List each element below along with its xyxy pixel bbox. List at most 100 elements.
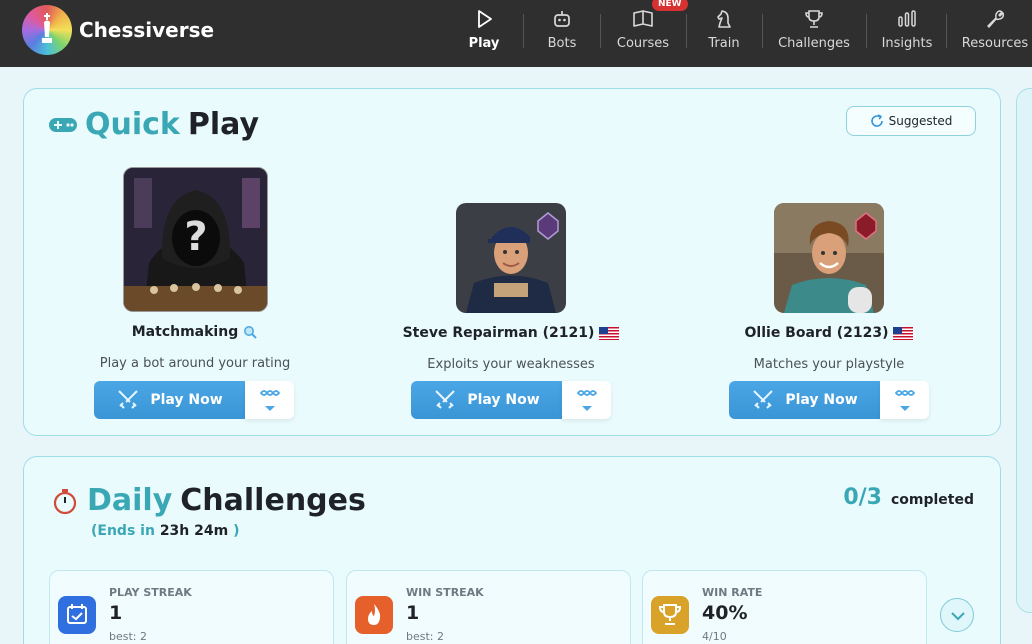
nav-courses[interactable]: Courses (611, 8, 675, 58)
completed-count: 0/3 (843, 485, 882, 510)
infinity-time-icon (894, 390, 916, 411)
calendar-check-icon (58, 596, 96, 634)
ends-in-label: (Ends in (91, 523, 155, 539)
play-now-button[interactable]: Play Now (729, 381, 880, 419)
play-now-button[interactable]: Play Now (94, 381, 245, 419)
nav-train[interactable]: Train (702, 8, 746, 58)
nav-train-label: Train (708, 36, 740, 51)
nav-challenges[interactable]: Challenges (772, 8, 856, 58)
knight-icon (717, 10, 731, 28)
completed-label: completed (890, 492, 974, 508)
play-group-ollie-board: Play Now (729, 381, 929, 419)
bot-name-text: Steve Repairman (2121) (402, 325, 595, 341)
quick-play-title-rest: Play (187, 107, 260, 142)
bot-name-matchmaking: Matchmaking (75, 324, 315, 340)
stat-best: best: 2 (406, 630, 444, 643)
nav-divider (686, 14, 687, 48)
quick-play-title: Quick Play (48, 107, 259, 142)
suggested-label: Suggested (888, 114, 953, 128)
daily-challenges-title: Daily Challenges (50, 483, 366, 518)
chevron-down-icon (951, 612, 965, 621)
wrench-icon (987, 10, 1005, 28)
infinity-time-icon (576, 390, 598, 411)
bot-name-text: Ollie Board (2123) (744, 325, 889, 341)
game-mode-dropdown[interactable] (880, 381, 929, 419)
play-now-label: Play Now (467, 392, 540, 408)
play-now-button[interactable]: Play Now (411, 381, 562, 419)
stat-value: 1 (109, 602, 123, 624)
ollie-board-avatar[interactable] (774, 203, 884, 313)
ends-in-close: ) (233, 523, 240, 539)
play-now-label: Play Now (150, 392, 223, 408)
magnifier-icon (244, 325, 257, 339)
game-mode-dropdown[interactable] (245, 381, 294, 419)
flame-icon (355, 596, 393, 634)
challenges-completed: 0/3 completed (843, 485, 974, 510)
crossed-swords-icon (118, 390, 139, 409)
nav-resources-label: Resources (961, 36, 1029, 51)
bot-description: Matches your playstyle (753, 357, 905, 372)
top-navigation-bar: Chessiverse Play Bots Courses NEW Train … (0, 0, 1032, 67)
ends-in-time: 23h 24m (159, 523, 229, 539)
play-now-label: Play Now (785, 392, 858, 408)
nav-resources[interactable]: Resources (958, 8, 1032, 58)
nav-play[interactable]: Play (462, 8, 506, 58)
stat-win-rate: WIN RATE 40% 4/10 (642, 570, 927, 644)
side-panel-edge (1016, 88, 1032, 613)
daily-challenges-title-accent: Daily (87, 483, 173, 518)
trophy-icon (805, 10, 823, 28)
nav-challenges-label: Challenges (778, 36, 850, 51)
stat-best: best: 2 (109, 630, 147, 643)
game-mode-dropdown[interactable] (562, 381, 611, 419)
daily-challenges-title-rest: Challenges (180, 483, 366, 518)
gamepad-icon (49, 117, 77, 132)
stat-value: 1 (406, 602, 420, 624)
ends-in-timer: (Ends in 23h 24m ) (91, 523, 240, 539)
bot-card-steve-repairman: Steve Repairman (2121) Exploits your wea… (391, 203, 631, 372)
book-icon (633, 10, 653, 27)
crossed-swords-icon (753, 390, 774, 409)
svg-text:?: ? (184, 214, 207, 260)
expand-stats-button[interactable] (940, 598, 974, 632)
stat-label: WIN RATE (702, 586, 763, 599)
stat-label: PLAY STREAK (109, 586, 192, 599)
stat-play-streak: PLAY STREAK 1 best: 2 (49, 570, 334, 644)
bot-name-text: Matchmaking (131, 324, 239, 340)
bot-card-ollie-board: Ollie Board (2123) Matches your playstyl… (709, 203, 949, 372)
nav-divider (600, 14, 601, 48)
suggested-button[interactable]: Suggested (846, 106, 976, 136)
hooded-figure-icon: ? (123, 168, 267, 311)
crossed-swords-icon (435, 390, 456, 409)
nav-insights-label: Insights (881, 36, 933, 51)
daily-challenges-card: Daily Challenges (Ends in 23h 24m ) 0/3 … (23, 456, 1001, 644)
nav-bots[interactable]: Bots (540, 8, 584, 58)
nav-bots-label: Bots (547, 36, 577, 51)
nav-insights[interactable]: Insights (876, 8, 938, 58)
stopwatch-icon (53, 488, 77, 514)
matchmaking-avatar[interactable]: ? (122, 167, 268, 312)
refresh-icon (870, 114, 883, 127)
nav-play-label: Play (468, 36, 500, 51)
quick-play-title-accent: Quick (85, 107, 180, 142)
play-icon (478, 10, 492, 28)
main-nav: Play Bots Courses NEW Train Challenges I… (0, 0, 1032, 67)
stat-best: 4/10 (702, 630, 727, 643)
steve-repairman-avatar[interactable] (456, 203, 566, 313)
us-flag-icon (599, 326, 620, 340)
play-group-matchmaking: Play Now (94, 381, 294, 419)
bot-name-steve-repairman: Steve Repairman (2121) (391, 325, 631, 341)
quick-play-card: Quick Play Suggested ? Matchmaking Play … (23, 88, 1001, 436)
infinity-time-icon (259, 390, 281, 411)
stat-value: 40% (702, 602, 748, 624)
nav-courses-label: Courses (616, 36, 670, 51)
bot-card-matchmaking: ? Matchmaking Play a bot around your rat… (75, 167, 315, 371)
stat-label: WIN STREAK (406, 586, 484, 599)
trophy-icon (651, 596, 689, 634)
nav-divider (523, 14, 524, 48)
surfer-portrait (774, 203, 884, 313)
repairman-portrait (456, 203, 566, 313)
nav-divider (946, 14, 947, 48)
bot-description: Exploits your weaknesses (427, 357, 595, 372)
us-flag-icon (893, 326, 914, 340)
bot-description: Play a bot around your rating (99, 356, 291, 371)
